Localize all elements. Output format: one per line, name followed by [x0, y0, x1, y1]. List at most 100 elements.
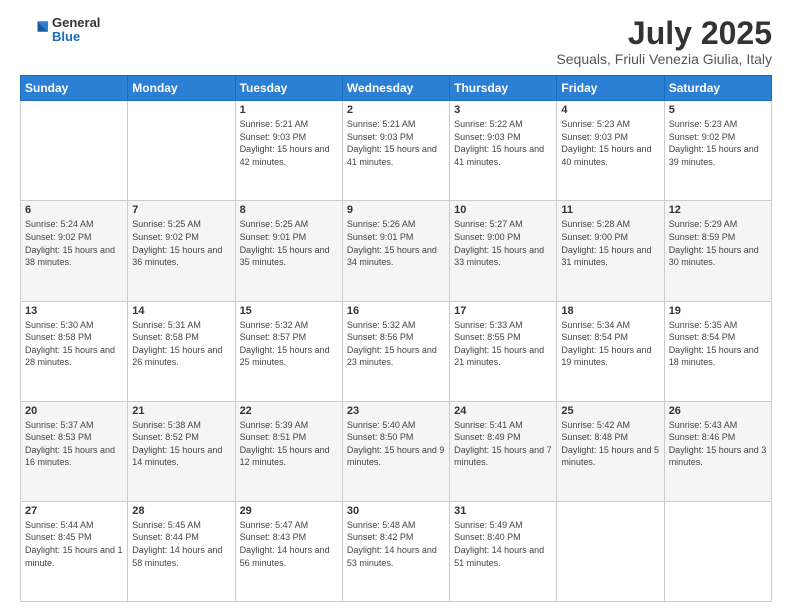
calendar-cell: 25 Sunrise: 5:42 AMSunset: 8:48 PMDayligh… — [557, 401, 664, 501]
calendar-cell: 2 Sunrise: 5:21 AMSunset: 9:03 PMDaylight… — [342, 101, 449, 201]
day-number: 30 — [347, 505, 445, 517]
day-info: Sunrise: 5:27 AMSunset: 9:00 PMDaylight:… — [454, 218, 552, 268]
day-info: Sunrise: 5:22 AMSunset: 9:03 PMDaylight:… — [454, 118, 552, 168]
day-info: Sunrise: 5:42 AMSunset: 8:48 PMDaylight:… — [561, 419, 659, 469]
day-number: 24 — [454, 405, 552, 417]
weekday-header: Friday — [557, 76, 664, 101]
weekday-header: Sunday — [21, 76, 128, 101]
day-number: 11 — [561, 204, 659, 216]
calendar-cell — [21, 101, 128, 201]
day-number: 8 — [240, 204, 338, 216]
calendar-week-row: 13 Sunrise: 5:30 AMSunset: 8:58 PMDayligh… — [21, 301, 772, 401]
day-number: 1 — [240, 104, 338, 116]
weekday-header: Tuesday — [235, 76, 342, 101]
day-info: Sunrise: 5:33 AMSunset: 8:55 PMDaylight:… — [454, 319, 552, 369]
calendar-week-row: 6 Sunrise: 5:24 AMSunset: 9:02 PMDaylight… — [21, 201, 772, 301]
day-number: 14 — [132, 305, 230, 317]
calendar-cell: 15 Sunrise: 5:32 AMSunset: 8:57 PMDayligh… — [235, 301, 342, 401]
day-info: Sunrise: 5:37 AMSunset: 8:53 PMDaylight:… — [25, 419, 123, 469]
day-info: Sunrise: 5:45 AMSunset: 8:44 PMDaylight:… — [132, 519, 230, 569]
weekday-header: Saturday — [664, 76, 771, 101]
day-number: 29 — [240, 505, 338, 517]
day-number: 20 — [25, 405, 123, 417]
day-number: 26 — [669, 405, 767, 417]
day-number: 13 — [25, 305, 123, 317]
calendar-cell: 3 Sunrise: 5:22 AMSunset: 9:03 PMDaylight… — [450, 101, 557, 201]
calendar-cell: 18 Sunrise: 5:34 AMSunset: 8:54 PMDayligh… — [557, 301, 664, 401]
calendar-cell: 9Sunrise: 5:26 AMSunset: 9:01 PMDaylight… — [342, 201, 449, 301]
calendar-cell: 28 Sunrise: 5:45 AMSunset: 8:44 PMDayligh… — [128, 501, 235, 601]
day-info: Sunrise: 5:38 AMSunset: 8:52 PMDaylight:… — [132, 419, 230, 469]
logo-general: General — [52, 16, 100, 30]
day-info: Sunrise: 5:32 AMSunset: 8:57 PMDaylight:… — [240, 319, 338, 369]
day-number: 17 — [454, 305, 552, 317]
day-number: 27 — [25, 505, 123, 517]
calendar-cell: 17 Sunrise: 5:33 AMSunset: 8:55 PMDayligh… — [450, 301, 557, 401]
calendar-cell: 10 Sunrise: 5:27 AMSunset: 9:00 PMDayligh… — [450, 201, 557, 301]
day-number: 18 — [561, 305, 659, 317]
day-info: Sunrise: 5:28 AMSunset: 9:00 PMDaylight:… — [561, 218, 659, 268]
day-info: Sunrise: 5:34 AMSunset: 8:54 PMDaylight:… — [561, 319, 659, 369]
calendar: SundayMondayTuesdayWednesdayThursdayFrid… — [20, 75, 772, 602]
logo: General Blue — [20, 16, 100, 45]
calendar-cell: 13 Sunrise: 5:30 AMSunset: 8:58 PMDayligh… — [21, 301, 128, 401]
calendar-week-row: 20 Sunrise: 5:37 AMSunset: 8:53 PMDayligh… — [21, 401, 772, 501]
day-info: Sunrise: 5:25 AMSunset: 9:01 PMDaylight:… — [240, 218, 338, 268]
weekday-header: Thursday — [450, 76, 557, 101]
weekday-header-row: SundayMondayTuesdayWednesdayThursdayFrid… — [21, 76, 772, 101]
logo-blue: Blue — [52, 30, 100, 44]
page: General Blue July 2025 Sequals, Friuli V… — [0, 0, 792, 612]
day-info: Sunrise: 5:31 AMSunset: 8:58 PMDaylight:… — [132, 319, 230, 369]
header: General Blue July 2025 Sequals, Friuli V… — [20, 16, 772, 67]
day-info: Sunrise: 5:41 AMSunset: 8:49 PMDaylight:… — [454, 419, 552, 469]
day-number: 4 — [561, 104, 659, 116]
day-number: 16 — [347, 305, 445, 317]
calendar-cell: 14 Sunrise: 5:31 AMSunset: 8:58 PMDayligh… — [128, 301, 235, 401]
logo-icon — [20, 16, 48, 44]
day-info: Sunrise: 5:49 AMSunset: 8:40 PMDaylight:… — [454, 519, 552, 569]
calendar-week-row: 1 Sunrise: 5:21 AMSunset: 9:03 PMDaylight… — [21, 101, 772, 201]
calendar-cell: 27 Sunrise: 5:44 AMSunset: 8:45 PMDayligh… — [21, 501, 128, 601]
day-info: Sunrise: 5:24 AMSunset: 9:02 PMDaylight:… — [25, 218, 123, 268]
calendar-cell: 29Sunrise: 5:47 AMSunset: 8:43 PMDayligh… — [235, 501, 342, 601]
calendar-cell: 7Sunrise: 5:25 AMSunset: 9:02 PMDaylight… — [128, 201, 235, 301]
logo-text: General Blue — [52, 16, 100, 45]
day-number: 21 — [132, 405, 230, 417]
weekday-header: Monday — [128, 76, 235, 101]
calendar-cell — [664, 501, 771, 601]
day-number: 2 — [347, 104, 445, 116]
weekday-header: Wednesday — [342, 76, 449, 101]
calendar-cell: 12Sunrise: 5:29 AMSunset: 8:59 PMDayligh… — [664, 201, 771, 301]
day-info: Sunrise: 5:26 AMSunset: 9:01 PMDaylight:… — [347, 218, 445, 268]
day-number: 15 — [240, 305, 338, 317]
day-info: Sunrise: 5:21 AMSunset: 9:03 PMDaylight:… — [240, 118, 338, 168]
day-info: Sunrise: 5:23 AMSunset: 9:03 PMDaylight:… — [561, 118, 659, 168]
day-number: 22 — [240, 405, 338, 417]
day-number: 23 — [347, 405, 445, 417]
calendar-cell: 4 Sunrise: 5:23 AMSunset: 9:03 PMDaylight… — [557, 101, 664, 201]
day-info: Sunrise: 5:32 AMSunset: 8:56 PMDaylight:… — [347, 319, 445, 369]
calendar-week-row: 27 Sunrise: 5:44 AMSunset: 8:45 PMDayligh… — [21, 501, 772, 601]
calendar-cell: 31Sunrise: 5:49 AMSunset: 8:40 PMDayligh… — [450, 501, 557, 601]
calendar-cell — [128, 101, 235, 201]
day-number: 6 — [25, 204, 123, 216]
month-title: July 2025 — [556, 16, 772, 51]
day-info: Sunrise: 5:35 AMSunset: 8:54 PMDaylight:… — [669, 319, 767, 369]
day-info: Sunrise: 5:48 AMSunset: 8:42 PMDaylight:… — [347, 519, 445, 569]
calendar-cell: 20 Sunrise: 5:37 AMSunset: 8:53 PMDayligh… — [21, 401, 128, 501]
calendar-cell: 26Sunrise: 5:43 AMSunset: 8:46 PMDayligh… — [664, 401, 771, 501]
day-number: 25 — [561, 405, 659, 417]
location: Sequals, Friuli Venezia Giulia, Italy — [556, 51, 772, 67]
calendar-cell: 8 Sunrise: 5:25 AMSunset: 9:01 PMDaylight… — [235, 201, 342, 301]
day-info: Sunrise: 5:21 AMSunset: 9:03 PMDaylight:… — [347, 118, 445, 168]
day-number: 28 — [132, 505, 230, 517]
day-info: Sunrise: 5:44 AMSunset: 8:45 PMDaylight:… — [25, 519, 123, 569]
calendar-cell: 6 Sunrise: 5:24 AMSunset: 9:02 PMDaylight… — [21, 201, 128, 301]
day-number: 3 — [454, 104, 552, 116]
day-info: Sunrise: 5:23 AMSunset: 9:02 PMDaylight:… — [669, 118, 767, 168]
calendar-cell: 21 Sunrise: 5:38 AMSunset: 8:52 PMDayligh… — [128, 401, 235, 501]
day-info: Sunrise: 5:30 AMSunset: 8:58 PMDaylight:… — [25, 319, 123, 369]
day-number: 10 — [454, 204, 552, 216]
calendar-cell — [557, 501, 664, 601]
day-number: 5 — [669, 104, 767, 116]
